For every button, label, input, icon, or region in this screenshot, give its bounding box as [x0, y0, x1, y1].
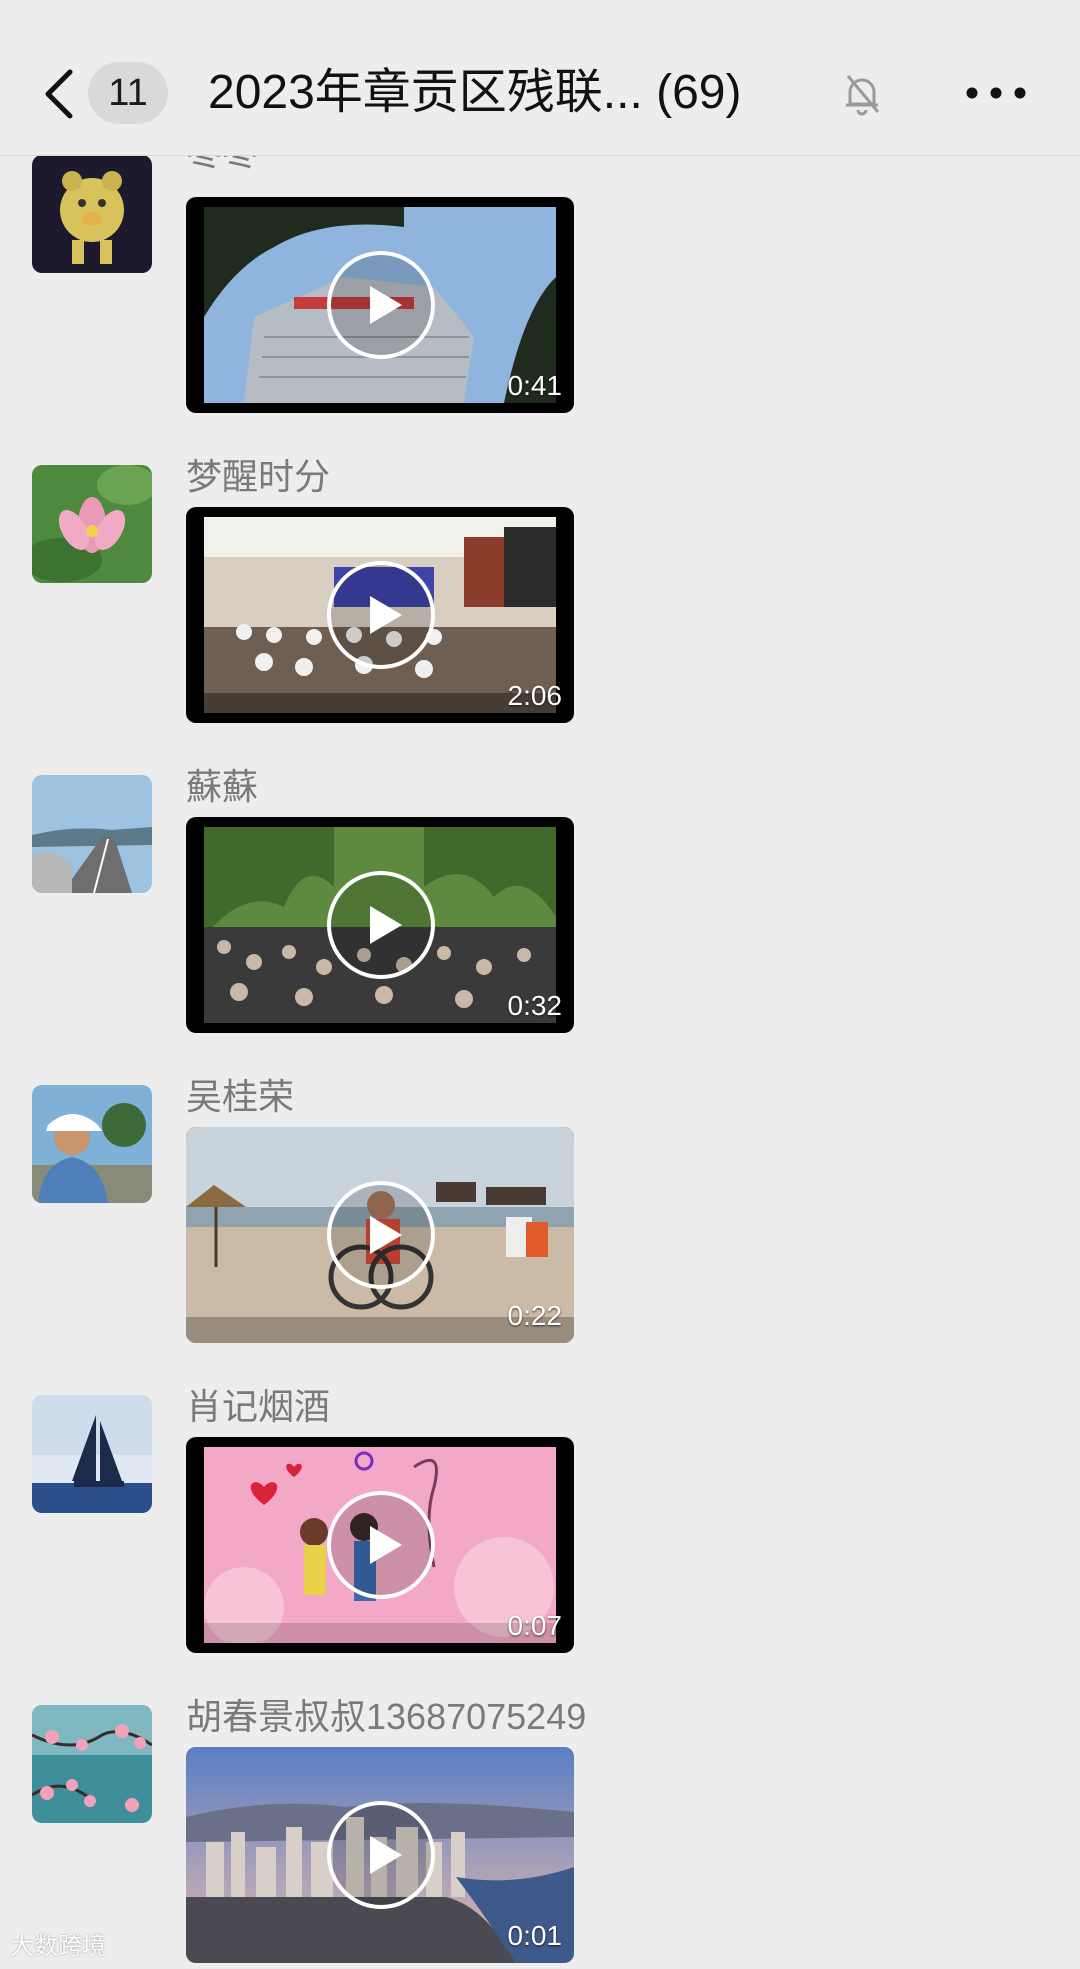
- play-icon[interactable]: [326, 1180, 436, 1290]
- muted-bell-icon: [846, 75, 880, 116]
- more-options-icon[interactable]: [964, 78, 1028, 108]
- sender-name: 吴桂荣: [186, 1076, 295, 1117]
- play-icon[interactable]: [326, 250, 436, 360]
- knitted-pig-avatar[interactable]: [32, 155, 152, 273]
- man-cap-avatar[interactable]: [32, 1085, 152, 1203]
- video-message[interactable]: 0:41: [186, 197, 574, 413]
- watermark: 大数跨境: [10, 1933, 106, 1960]
- sender-name: 蘇蘇: [186, 766, 259, 807]
- video-duration: 0:22: [507, 1300, 563, 1331]
- unread-count-badge[interactable]: 11: [88, 62, 168, 124]
- video-duration: 0:07: [507, 1610, 563, 1641]
- video-duration: 2:06: [507, 680, 563, 711]
- play-icon[interactable]: [326, 1490, 436, 1600]
- video-duration: 0:01: [507, 1920, 563, 1951]
- sender-name: 肖记烟酒: [186, 1386, 331, 1427]
- video-message[interactable]: 2:06: [186, 507, 574, 723]
- play-icon[interactable]: [326, 560, 436, 670]
- road-avatar[interactable]: [32, 775, 152, 893]
- play-icon[interactable]: [326, 870, 436, 980]
- play-icon[interactable]: [326, 1800, 436, 1910]
- video-message[interactable]: 0:32: [186, 817, 574, 1033]
- sender-name: 胡春景叔叔13687075249: [186, 1696, 587, 1737]
- video-message[interactable]: 0:07: [186, 1437, 574, 1653]
- video-message[interactable]: 0:22: [186, 1127, 574, 1343]
- plum-blossom-avatar[interactable]: [32, 1705, 152, 1823]
- sailboat-avatar[interactable]: [32, 1395, 152, 1513]
- video-message[interactable]: 0:01: [186, 1747, 574, 1963]
- video-duration: 0:32: [507, 990, 563, 1021]
- back-arrow-icon[interactable]: [40, 66, 80, 122]
- chat-header: 11 2023年章贡区残联... (69): [0, 0, 1080, 156]
- video-duration: 0:41: [507, 370, 563, 401]
- chat-title: 2023年章贡区残联... (69): [208, 66, 742, 119]
- sender-name: 梦醒时分: [186, 456, 331, 497]
- lotus-avatar[interactable]: [32, 465, 152, 583]
